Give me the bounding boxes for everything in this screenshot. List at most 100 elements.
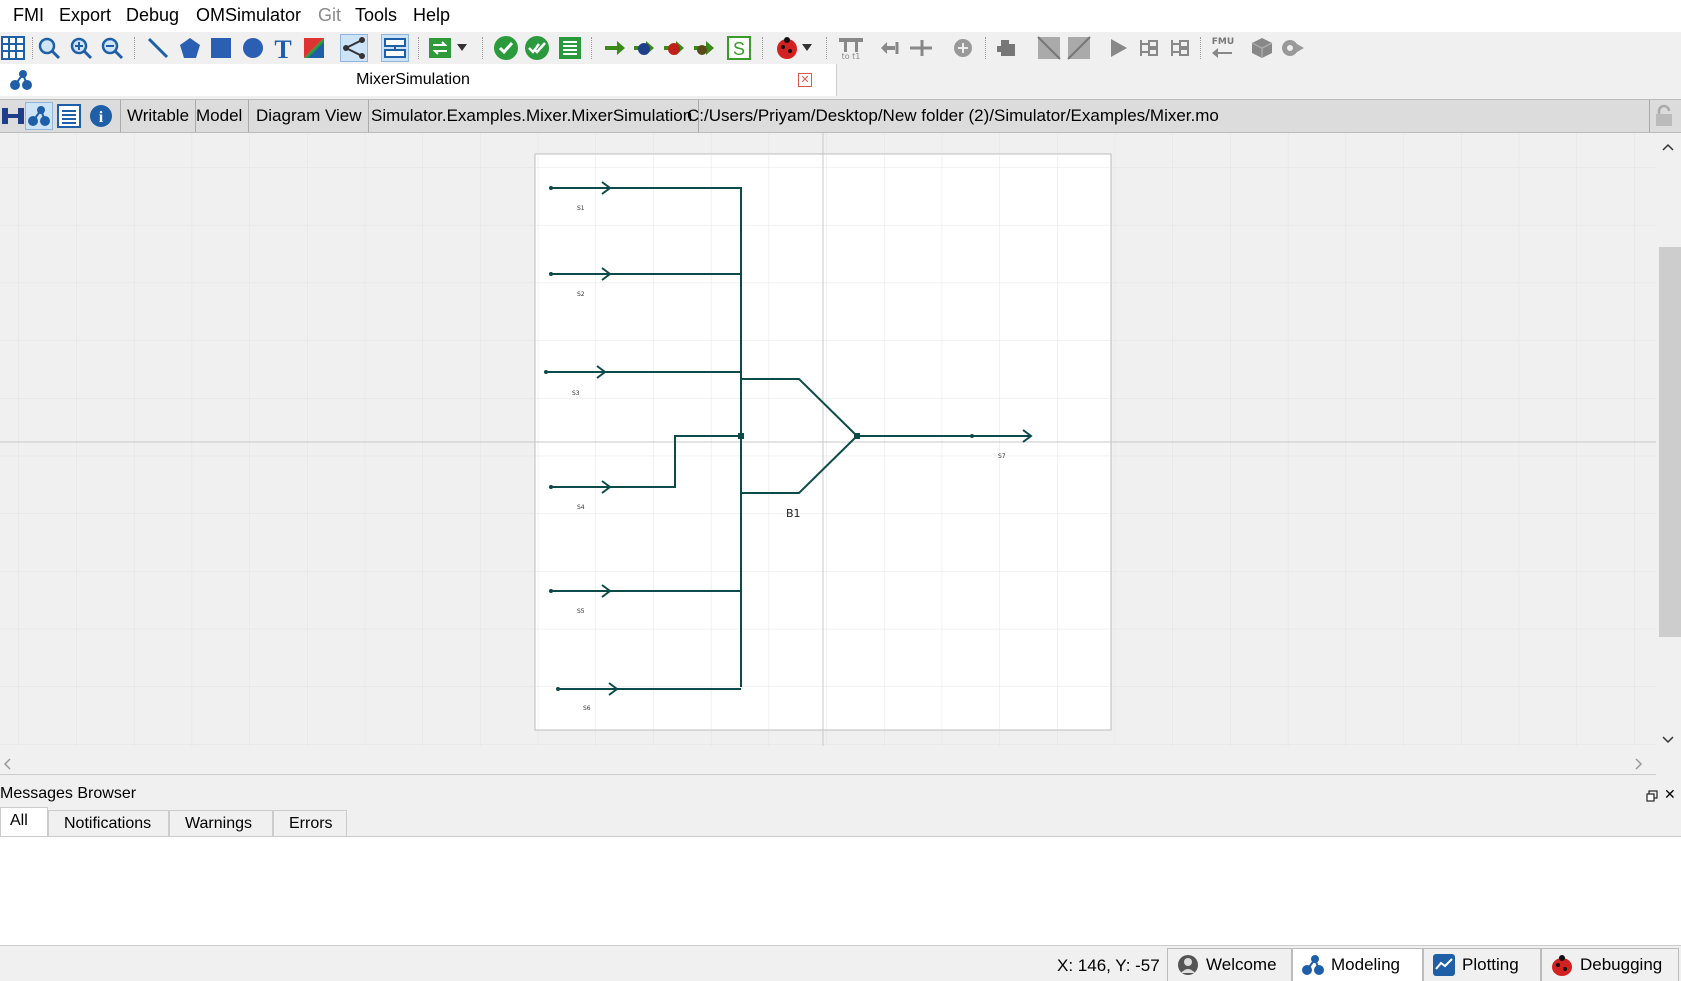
fmu-import-icon: FMU [1210, 35, 1236, 61]
perspective-plotting-label: Plotting [1462, 955, 1519, 974]
tree-icon [1167, 35, 1193, 61]
perspective-debugging[interactable]: Debugging [1541, 948, 1679, 981]
menu-bar: FMI Export Debug OMSimulator Git Tools H… [0, 0, 1681, 32]
perspective-welcome[interactable]: Welcome [1167, 948, 1292, 981]
menu-tools[interactable]: Tools [355, 5, 397, 26]
fmu-export-icon: to t1 [838, 35, 864, 61]
diagram-canvas[interactable]: S1 S2 S3 S4 S5 S6 S7 B1 [0, 133, 1656, 746]
messages-title: Messages Browser [0, 785, 137, 802]
check-all-models-icon[interactable] [524, 35, 550, 61]
plotting-icon [1433, 954, 1455, 976]
messages-list[interactable] [0, 836, 1681, 946]
chevron-right-icon[interactable] [1634, 755, 1644, 775]
model-info-bar: i Writable Model Diagram View Simulator.… [0, 99, 1681, 133]
diagram-view-icon[interactable] [25, 102, 53, 130]
rectangle-tool-icon[interactable] [208, 35, 234, 61]
submodel-alt-icon [1066, 35, 1092, 61]
close-icon[interactable]: ✕ [798, 73, 812, 87]
ellipse-tool-icon[interactable] [240, 35, 266, 61]
model-type-label: Model [190, 100, 250, 132]
menu-help[interactable]: Help [413, 5, 450, 26]
tab-warnings[interactable]: Warnings [169, 810, 273, 837]
stream-label-s1: S1 [577, 205, 585, 212]
messages-tabs: All Notifications Warnings Errors [0, 807, 1681, 837]
debugger-icon[interactable] [774, 35, 800, 61]
menu-export[interactable]: Export [59, 5, 111, 26]
chevron-down-icon[interactable] [455, 35, 469, 61]
play-icon [1106, 35, 1132, 61]
chevron-up-icon[interactable] [1662, 137, 1674, 157]
polygon-tool-icon[interactable] [177, 35, 203, 61]
chevron-down-icon[interactable] [1662, 730, 1674, 750]
tlm-bus-icon [995, 35, 1021, 61]
menu-fmi[interactable]: FMI [13, 5, 44, 26]
simulate-animation-icon[interactable] [692, 35, 718, 61]
close-icon[interactable]: ✕ [1664, 786, 1676, 803]
tab-errors[interactable]: Errors [273, 810, 347, 837]
stream-label-s7: S7 [998, 453, 1006, 460]
cursor-coordinates: X: 146, Y: -57 [1057, 956, 1160, 975]
stream-label-s2: S2 [577, 291, 585, 298]
tab-all[interactable]: All [0, 807, 48, 837]
svg-text:T: T [274, 36, 291, 60]
float-icon[interactable] [1646, 787, 1658, 807]
gear-arrow-icon [1280, 35, 1306, 61]
transition-mode-icon[interactable] [381, 34, 409, 62]
chevron-left-icon[interactable] [2, 755, 12, 775]
simulation-params-icon[interactable] [427, 35, 453, 61]
zoom-icon[interactable] [36, 35, 62, 61]
vertical-scrollbar-thumb[interactable] [1659, 247, 1681, 637]
menu-debug[interactable]: Debug [126, 5, 179, 26]
stream-label-s5: S5 [577, 608, 585, 615]
file-path-label: C:/Users/Priyam/Desktop/New folder (2)/S… [681, 100, 1650, 132]
writable-label: Writable [120, 100, 197, 132]
bus-icon [950, 35, 976, 61]
connector-split-icon [908, 35, 934, 61]
lock-icon[interactable] [1651, 103, 1677, 129]
simulation-setup-icon[interactable]: S [726, 35, 752, 61]
diagram-svg[interactable]: S1 S2 S3 S4 S5 S6 S7 B1 [0, 133, 1656, 746]
menu-omsimulator[interactable]: OMSimulator [196, 5, 301, 26]
document-title: MixerSimulation [356, 71, 470, 88]
simulate-algorithmic-debugger-icon[interactable] [662, 35, 688, 61]
icon-view-icon[interactable] [0, 103, 26, 129]
perspective-modeling[interactable]: Modeling [1292, 948, 1423, 981]
perspective-plotting[interactable]: Plotting [1423, 948, 1541, 981]
class-name-label: Simulator.Examples.Mixer.MixerSimulation [365, 100, 700, 132]
cube-icon [1249, 35, 1275, 61]
zoom-in-icon[interactable] [68, 35, 94, 61]
stream-label-s6: S6 [583, 705, 591, 712]
mixer-label: B1 [786, 507, 801, 520]
line-tool-icon[interactable] [145, 35, 171, 61]
documentation-view-icon[interactable]: i [88, 103, 114, 129]
check-model-icon[interactable] [493, 35, 519, 61]
connect-mode-icon[interactable] [340, 34, 368, 62]
svg-text:FMU: FMU [1212, 37, 1234, 47]
text-view-icon[interactable] [56, 103, 82, 129]
simulate-icon[interactable] [602, 35, 628, 61]
instantiate-model-icon[interactable] [557, 35, 583, 61]
welcome-icon [1178, 955, 1198, 975]
simulate-debugger-icon[interactable] [632, 35, 658, 61]
submodel-icon [1036, 35, 1062, 61]
svg-text:S: S [733, 39, 745, 59]
menu-git: Git [318, 5, 342, 25]
main-toolbar: T S to t1 FMU [0, 32, 1681, 64]
connector-left-icon [877, 35, 903, 61]
horizontal-scrollbar[interactable] [0, 746, 1656, 775]
svg-text:i: i [99, 109, 104, 126]
view-mode-label: Diagram View [250, 100, 369, 132]
debugger-icon [1552, 955, 1572, 976]
stream-label-s3: S3 [572, 390, 580, 397]
tab-notifications[interactable]: Notifications [48, 810, 169, 837]
bitmap-tool-icon[interactable] [301, 35, 327, 61]
modeling-icon [1302, 955, 1324, 975]
text-tool-icon[interactable]: T [270, 35, 296, 61]
zoom-out-icon[interactable] [99, 35, 125, 61]
svg-text:to t1: to t1 [842, 52, 861, 60]
vertical-scrollbar[interactable] [1656, 133, 1681, 746]
grid-icon[interactable] [0, 35, 26, 61]
chevron-down-icon[interactable] [800, 35, 814, 61]
document-tab[interactable]: MixerSimulation ✕ [0, 64, 837, 96]
stream-label-s4: S4 [577, 504, 585, 511]
